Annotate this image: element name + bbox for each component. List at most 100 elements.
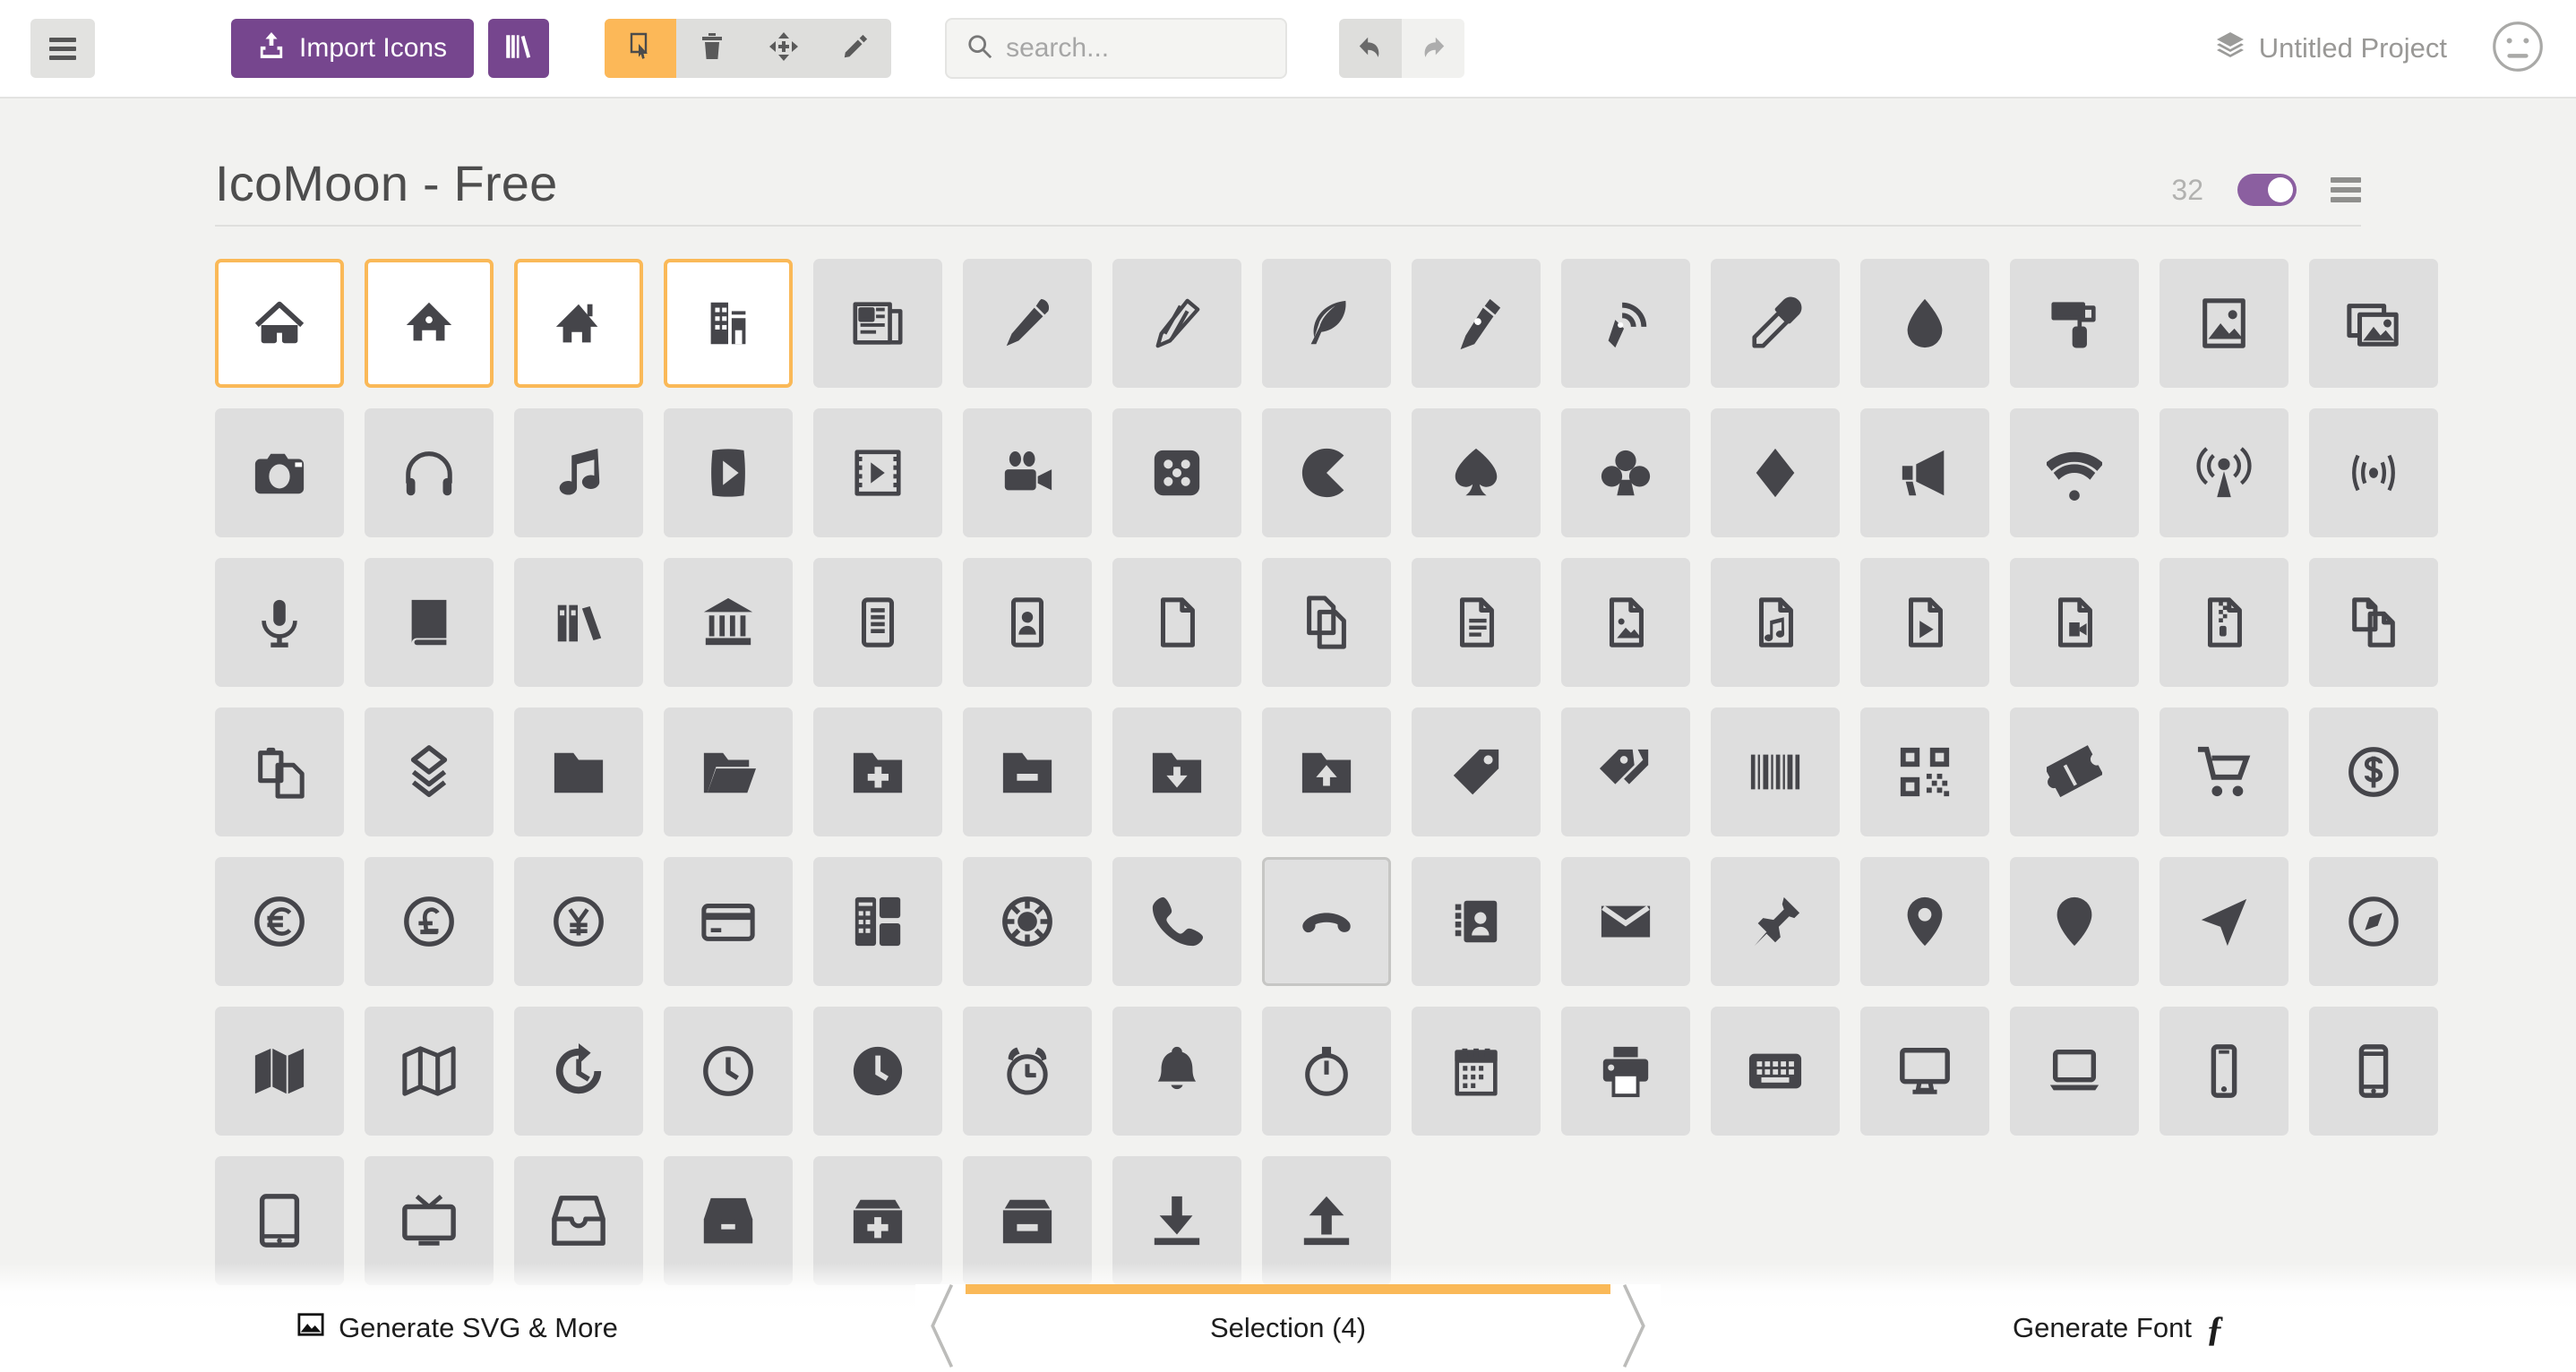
icon-cell-profile[interactable] bbox=[963, 558, 1092, 687]
import-icons-button[interactable]: Import Icons bbox=[231, 19, 474, 78]
icon-cell-image[interactable] bbox=[2160, 259, 2288, 388]
icon-cell-file-empty[interactable] bbox=[1112, 558, 1241, 687]
icon-cell-book[interactable] bbox=[365, 558, 494, 687]
account-avatar-button[interactable] bbox=[2490, 21, 2546, 76]
icon-cell-feed[interactable] bbox=[2309, 408, 2438, 537]
icon-cell-alarm[interactable] bbox=[963, 1007, 1092, 1136]
undo-button[interactable] bbox=[1339, 19, 1402, 78]
icon-cell-bell[interactable] bbox=[1112, 1007, 1241, 1136]
icon-cell-map[interactable] bbox=[215, 1007, 344, 1136]
icon-cell-display[interactable] bbox=[1860, 1007, 1989, 1136]
icon-cell-box-add[interactable] bbox=[813, 1156, 942, 1285]
icon-cell-phone-hang-up[interactable] bbox=[1262, 857, 1391, 986]
icon-cell-mic[interactable] bbox=[215, 558, 344, 687]
icon-cell-pushpin[interactable] bbox=[1711, 857, 1840, 986]
icon-cell-file-text[interactable] bbox=[813, 558, 942, 687]
icon-cell-drawer2[interactable] bbox=[664, 1156, 793, 1285]
icon-cell-stack[interactable] bbox=[365, 707, 494, 836]
icon-cell-envelop[interactable] bbox=[1561, 857, 1690, 986]
generate-svg-button[interactable]: Generate SVG & More bbox=[0, 1311, 915, 1345]
icon-cell-keyboard[interactable] bbox=[1711, 1007, 1840, 1136]
icon-cell-map2[interactable] bbox=[365, 1007, 494, 1136]
icon-cell-mobile[interactable] bbox=[2160, 1007, 2288, 1136]
icon-cell-diamonds[interactable] bbox=[1711, 408, 1840, 537]
icon-cell-file-zip[interactable] bbox=[2160, 558, 2288, 687]
icon-cell-eyedropper[interactable] bbox=[1711, 259, 1840, 388]
icon-cell-price-tag[interactable] bbox=[1412, 707, 1541, 836]
icon-cell-download[interactable] bbox=[1112, 1156, 1241, 1285]
icon-cell-laptop[interactable] bbox=[2010, 1007, 2139, 1136]
tool-select-button[interactable] bbox=[605, 19, 676, 78]
chevron-left-icon[interactable] bbox=[921, 1282, 962, 1372]
icon-cell-credit-card[interactable] bbox=[664, 857, 793, 986]
icon-cell-barcode[interactable] bbox=[1711, 707, 1840, 836]
icon-cell-coin-yen[interactable] bbox=[514, 857, 643, 986]
icon-cell-file-play[interactable] bbox=[1860, 558, 1989, 687]
icon-cell-paste[interactable] bbox=[215, 707, 344, 836]
icon-cell-blog[interactable] bbox=[1561, 259, 1690, 388]
icon-cell-file-text2[interactable] bbox=[1412, 558, 1541, 687]
icon-cell-images[interactable] bbox=[2309, 259, 2438, 388]
icon-cell-compass2[interactable] bbox=[2309, 857, 2438, 986]
redo-button[interactable] bbox=[1402, 19, 1464, 78]
icon-cell-location2[interactable] bbox=[2010, 857, 2139, 986]
icon-cell-connection[interactable] bbox=[2010, 408, 2139, 537]
icon-cell-clock2[interactable] bbox=[813, 1007, 942, 1136]
icon-cell-address-book[interactable] bbox=[1412, 857, 1541, 986]
icon-cell-spades[interactable] bbox=[1412, 408, 1541, 537]
icon-cell-drawer[interactable] bbox=[514, 1156, 643, 1285]
icon-cell-compass[interactable] bbox=[2160, 857, 2288, 986]
icon-cell-camera[interactable] bbox=[215, 408, 344, 537]
icon-cell-coin-dollar[interactable] bbox=[2309, 707, 2438, 836]
icon-cell-upload[interactable] bbox=[1262, 1156, 1391, 1285]
icon-cell-stopwatch[interactable] bbox=[1262, 1007, 1391, 1136]
icon-cell-film[interactable] bbox=[813, 408, 942, 537]
icon-cell-folder-minus[interactable] bbox=[963, 707, 1092, 836]
tool-edit-button[interactable] bbox=[820, 19, 891, 78]
icon-cell-pen[interactable] bbox=[1412, 259, 1541, 388]
icon-cell-dice[interactable] bbox=[1112, 408, 1241, 537]
icon-cell-folder[interactable] bbox=[514, 707, 643, 836]
icon-cell-calendar[interactable] bbox=[1412, 1007, 1541, 1136]
icon-cell-quill[interactable] bbox=[1262, 259, 1391, 388]
selection-tab[interactable]: Selection (4) bbox=[915, 1284, 1661, 1372]
tool-move-button[interactable] bbox=[748, 19, 820, 78]
icon-cell-tv[interactable] bbox=[365, 1156, 494, 1285]
icon-cell-pencil[interactable] bbox=[963, 259, 1092, 388]
main-menu-button[interactable] bbox=[30, 19, 95, 78]
icon-cell-pencil2[interactable] bbox=[1112, 259, 1241, 388]
chevron-right-icon[interactable] bbox=[1614, 1282, 1655, 1372]
set-visibility-toggle[interactable] bbox=[2237, 174, 2297, 206]
icon-cell-folder-plus[interactable] bbox=[813, 707, 942, 836]
icon-cell-headphones[interactable] bbox=[365, 408, 494, 537]
icon-cell-calculator[interactable] bbox=[813, 857, 942, 986]
icon-cell-droplet[interactable] bbox=[1860, 259, 1989, 388]
icon-cell-price-tags[interactable] bbox=[1561, 707, 1690, 836]
icon-cell-mobile2[interactable] bbox=[2309, 1007, 2438, 1136]
icon-cell-phone[interactable] bbox=[1112, 857, 1241, 986]
icon-cell-coin-euro[interactable] bbox=[215, 857, 344, 986]
icon-cell-lifebuoy[interactable] bbox=[963, 857, 1092, 986]
icon-cell-bullhorn[interactable] bbox=[1860, 408, 1989, 537]
icon-cell-tablet[interactable] bbox=[215, 1156, 344, 1285]
icon-cell-history[interactable] bbox=[514, 1007, 643, 1136]
icon-cell-office[interactable] bbox=[664, 259, 793, 388]
icon-cell-paint-format[interactable] bbox=[2010, 259, 2139, 388]
generate-font-button[interactable]: Generate Font ƒ bbox=[1661, 1308, 2576, 1350]
icon-cell-clubs[interactable] bbox=[1561, 408, 1690, 537]
icon-cell-printer[interactable] bbox=[1561, 1007, 1690, 1136]
icon-cell-music[interactable] bbox=[514, 408, 643, 537]
icon-cell-files-empty[interactable] bbox=[1262, 558, 1391, 687]
icon-cell-file-video[interactable] bbox=[2010, 558, 2139, 687]
icon-cell-video-camera[interactable] bbox=[963, 408, 1092, 537]
icon-cell-home2[interactable] bbox=[365, 259, 494, 388]
icon-cell-location[interactable] bbox=[1860, 857, 1989, 986]
icon-cell-ticket[interactable] bbox=[2010, 707, 2139, 836]
search-field[interactable] bbox=[945, 18, 1287, 79]
icon-cell-qrcode[interactable] bbox=[1860, 707, 1989, 836]
set-menu-button[interactable] bbox=[2331, 173, 2361, 207]
icon-library-button[interactable] bbox=[488, 19, 549, 78]
icon-cell-folder-download[interactable] bbox=[1112, 707, 1241, 836]
icon-cell-box-remove[interactable] bbox=[963, 1156, 1092, 1285]
icon-cell-pacman[interactable] bbox=[1262, 408, 1391, 537]
